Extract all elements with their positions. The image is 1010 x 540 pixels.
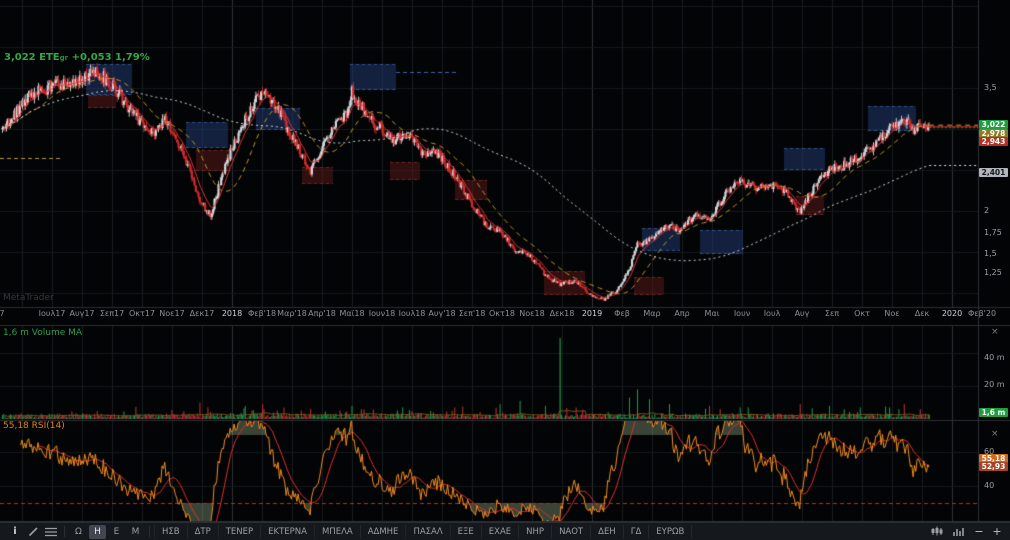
symbol-tabs: ΗΣΒΔΤΡΤΕΝΕΡΕΚΤΕΡΝΑΜΠΕΛΑΑΔΜΗΕΠΑΣΑΛΕΞΕΕΧΑΕ…: [154, 525, 692, 539]
timeframe-button-Μ[interactable]: Μ: [127, 525, 144, 539]
symbol-label: ΕΤΕ: [39, 52, 59, 63]
time-axis-label: Νοε18: [519, 309, 544, 318]
time-axis-label: Οκτ18: [489, 309, 515, 318]
time-axis-label: Οκτ17: [129, 309, 155, 318]
symbol-tab[interactable]: ΝΗΡ: [518, 525, 551, 539]
time-axis-label: Φεβ: [614, 309, 630, 318]
timeframe-button-Ε[interactable]: Ε: [108, 525, 125, 539]
symbol-tab[interactable]: ΕΥΡΩΒ: [648, 525, 692, 539]
axis-tick-label: 20 m: [984, 380, 1005, 389]
axis-tick-label: 1,5: [984, 249, 997, 258]
time-axis-label: Μαϊ18: [339, 309, 364, 318]
time-axis-label: Ιουν18: [369, 309, 396, 318]
pane-close-button[interactable]: ×: [991, 328, 999, 337]
axis-tick-label: 3,5: [984, 83, 997, 92]
last-price-badge: 3,022: [979, 120, 1008, 129]
time-axis-label: Ιουλ17: [39, 309, 66, 318]
last-price-value: 3,022: [4, 52, 36, 63]
time-axis-label: Νοε: [884, 309, 899, 318]
bottom-toolbar: i ΩΗΕΜ ΗΣΒΔΤΡΤΕΝΕΡΕΚΤΕΡΝΑΜΠΕΛΑΑΔΜΗΕΠΑΣΑΛ…: [0, 522, 1010, 540]
symbol-tab[interactable]: ΔΤΡ: [187, 525, 218, 539]
chart-canvas[interactable]: [0, 0, 1010, 522]
toolbar-right-controls: − +: [928, 525, 1004, 539]
time-axis-label: Μαϊ17: [0, 309, 5, 318]
symbol-tab[interactable]: ΠΑΣΑΛ: [405, 525, 449, 539]
time-axis-label: Αυγ'18: [428, 309, 455, 318]
price-change-label: +0,053 1,79%: [72, 52, 150, 63]
time-axis-label: Ιουλ: [764, 309, 781, 318]
time-axis-label: Ιουλ18: [399, 309, 426, 318]
volume-legend: 1,6 m Volume MA: [3, 328, 82, 338]
axis-tick-label: 40 m: [984, 353, 1005, 362]
trading-chart-app: 3,022 ΕΤΕgr +0,053 1,79% MetaTrader 1,6 …: [0, 0, 1010, 540]
time-axis-label: Δεκ17: [190, 309, 215, 318]
watchlist-icon[interactable]: [42, 525, 60, 539]
time-axis-label: Μαρ: [643, 309, 660, 318]
time-axis-label: Ιουν: [734, 309, 750, 318]
timeframe-button-Ω[interactable]: Ω: [70, 525, 87, 539]
time-axis-label: 2018: [222, 309, 242, 318]
toolbar-separator: [149, 526, 150, 537]
time-axis-label: Απρ: [674, 309, 689, 318]
platform-watermark: MetaTrader: [3, 293, 54, 303]
pane-close-button[interactable]: ×: [991, 430, 999, 439]
symbol-tab[interactable]: ΗΣΒ: [154, 525, 187, 539]
rsi-ma-badge: 52,93: [979, 462, 1008, 471]
time-axis-label: Μαρ'18: [277, 309, 307, 318]
time-axis-label: Αυγ: [795, 309, 810, 318]
toolbar-separator: [64, 526, 65, 537]
time-axis[interactable]: Μαϊ17 Ιουλ17Αυγ17 Σεπ17 Οκτ17 Νοε17 Δεκ17 2018…: [0, 309, 1010, 323]
info-icon-glyph: i: [13, 526, 16, 537]
volume-badge: 1,6 m: [979, 408, 1008, 417]
axis-tick-label: 40: [984, 481, 994, 490]
rsi-legend: 55,18 RSI(14): [3, 421, 65, 431]
axis-tick-label: 2: [984, 206, 989, 215]
time-axis-label: Σεπ: [825, 309, 839, 318]
time-axis-label: Απρ'18: [308, 309, 336, 318]
zoom-out-button[interactable]: −: [972, 525, 986, 538]
symbol-tab[interactable]: ΕΚΤΕΡΝΑ: [260, 525, 314, 539]
symbol-tab[interactable]: ΜΠΕΛΑ: [314, 525, 360, 539]
time-axis-label: 2019: [582, 309, 602, 318]
timeframe-group: ΩΗΕΜ: [69, 525, 145, 539]
time-axis-label: Φεβ'18: [248, 309, 276, 318]
info-icon[interactable]: i: [6, 525, 24, 539]
time-axis-label: Δεκ18: [550, 309, 575, 318]
exchange-label: gr: [60, 54, 68, 62]
symbol-tab[interactable]: ΓΔ: [623, 525, 649, 539]
time-axis-label: Δεκ: [915, 309, 930, 318]
axis-tick-label: 1,25: [984, 268, 1002, 277]
ma-fast-badge: 2,943: [979, 137, 1008, 146]
draw-pencil-icon[interactable]: [24, 525, 42, 539]
volume-histogram-icon[interactable]: [950, 525, 968, 539]
axis-tick-label: 1,75: [984, 228, 1002, 237]
time-axis-label: Νοε17: [159, 309, 184, 318]
symbol-tab[interactable]: ΑΔΜΗΕ: [360, 525, 406, 539]
timeframe-button-Η[interactable]: Η: [89, 525, 106, 539]
symbol-tab[interactable]: ΤΕΝΕΡ: [218, 525, 260, 539]
ma-slow-badge: 2,401: [979, 168, 1008, 177]
symbol-tab[interactable]: ΝΑΟΤ: [551, 525, 590, 539]
time-axis-label: Μαι: [705, 309, 720, 318]
symbol-tab[interactable]: ΕΧΑΕ: [481, 525, 518, 539]
time-axis-label: Οκτ: [854, 309, 870, 318]
price-legend: 3,022 ΕΤΕgr +0,053 1,79%: [4, 52, 150, 63]
price-axis[interactable]: 3,521,751,51,2540 m20 m60403,0222,9782,9…: [978, 0, 1010, 522]
time-axis-label: Αυγ17: [69, 309, 94, 318]
time-axis-label: 2020: [942, 309, 962, 318]
symbol-tab[interactable]: ΔΕΗ: [590, 525, 623, 539]
time-axis-label: Σεπ17: [100, 309, 124, 318]
symbol-tab[interactable]: ΕΞΕ: [450, 525, 481, 539]
zoom-in-button[interactable]: +: [990, 525, 1004, 538]
time-axis-label: Σεπ'18: [459, 309, 486, 318]
candlestick-chart-icon[interactable]: [928, 525, 946, 539]
